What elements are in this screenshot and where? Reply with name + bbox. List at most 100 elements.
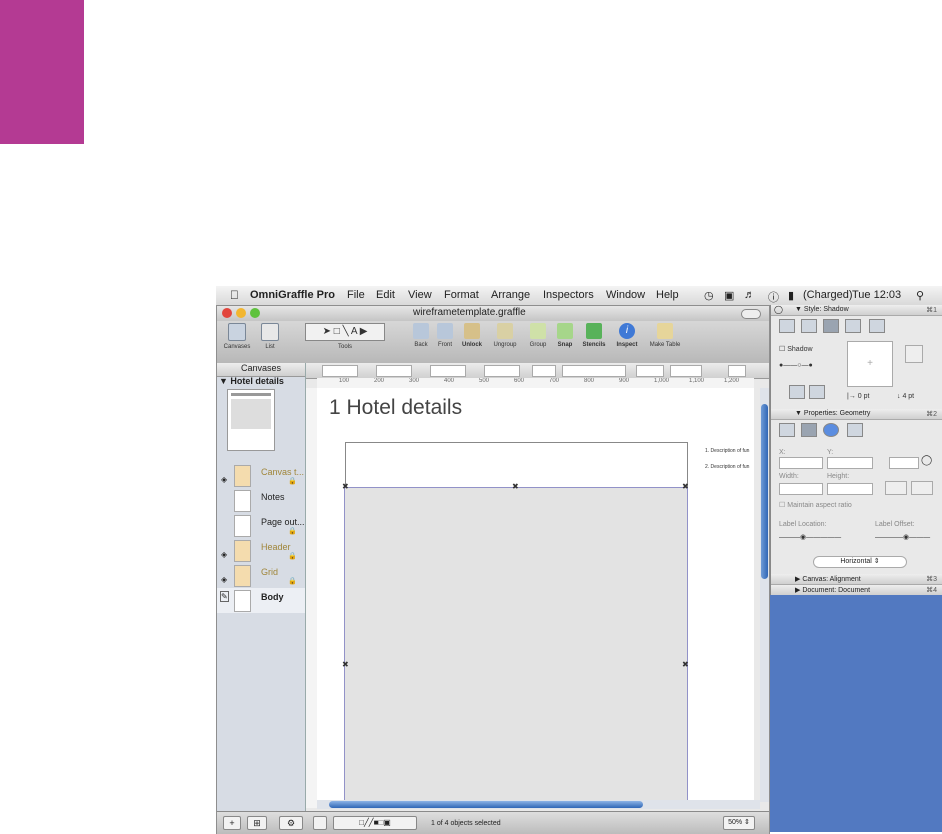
shadow-color-well[interactable]	[905, 345, 923, 363]
more-tools-icon[interactable]: ▶	[360, 326, 368, 337]
shadow-checkbox[interactable]: ☐ Shadow	[779, 345, 813, 353]
geometry-icon[interactable]	[779, 423, 795, 437]
shadow-y-offset[interactable]: ↓ 4 pt	[897, 393, 914, 400]
vertical-scroll-thumb[interactable]	[761, 404, 768, 579]
minimize-button[interactable]	[236, 308, 246, 318]
style-inspector-header[interactable]: ◯ ▼ Style: Shadow ⌘1	[771, 305, 942, 316]
drawing-canvas[interactable]: 1 Hotel details ✖ ✖ ✖ ✖ ✖ 1. Description…	[317, 388, 754, 802]
menu-edit[interactable]: Edit	[376, 289, 395, 301]
lock-icon[interactable]: 🔒	[288, 577, 297, 585]
menu-view[interactable]: View	[408, 289, 432, 301]
stroke-color-well[interactable]	[636, 365, 664, 377]
pencil-icon[interactable]: ✎	[220, 591, 229, 602]
lines-icon[interactable]	[801, 423, 817, 437]
geometry-height-field[interactable]	[827, 483, 873, 495]
selection-tool-icon[interactable]: ➤	[323, 326, 331, 337]
stencils-button[interactable]: Stencils	[579, 323, 609, 348]
volume-icon[interactable]: ♬	[744, 289, 755, 301]
menu-format[interactable]: Format	[444, 289, 479, 301]
resize-handle[interactable]: ✖	[682, 660, 689, 669]
shared-layer-icon[interactable]: ◈	[221, 550, 227, 559]
shadow-offset-pad[interactable]: +	[847, 341, 893, 387]
make-table-button[interactable]: Make Table	[645, 323, 685, 348]
text-tool-icon[interactable]: A	[351, 326, 357, 337]
layer-body[interactable]: ✎ Body	[217, 588, 305, 613]
shadow-above-icon[interactable]	[809, 385, 825, 399]
width-field[interactable]	[430, 365, 466, 377]
orientation-select[interactable]: Horizontal ⇕	[813, 556, 907, 568]
time-machine-icon[interactable]: ◷	[704, 289, 714, 302]
layer-page-outline[interactable]: Page out... 🔒	[217, 513, 305, 538]
fill-style-icon[interactable]	[779, 319, 795, 333]
add-layer-button[interactable]: ⊞	[247, 816, 267, 830]
label-offset-slider[interactable]: ————◉———	[875, 533, 930, 541]
alignment-buttons[interactable]	[562, 365, 626, 377]
image-style-icon[interactable]	[845, 319, 861, 333]
description-1[interactable]: 1. Description of fun	[705, 448, 749, 454]
canvas-thumbnail[interactable]	[227, 389, 275, 451]
battery-icon[interactable]: ▮	[788, 289, 794, 302]
horizontal-scroll-thumb[interactable]	[329, 801, 643, 808]
rotation-field[interactable]	[889, 457, 919, 469]
list-button[interactable]: List	[257, 323, 283, 350]
resize-handle[interactable]: ✖	[682, 482, 689, 491]
label-location-slider[interactable]: ———◉—————	[779, 533, 841, 541]
menu-inspectors[interactable]: Inspectors	[543, 289, 594, 301]
geometry-x-field[interactable]	[779, 457, 823, 469]
line-tool-icon[interactable]: ╲	[343, 326, 349, 337]
fill-color-well[interactable]	[532, 365, 556, 377]
front-button[interactable]: Front	[435, 323, 455, 348]
spotlight-icon[interactable]: ⚲	[916, 289, 924, 302]
canvas-item-hotel-details[interactable]: ▼ Hotel details	[219, 376, 284, 386]
shared-layer-icon[interactable]: ◈	[221, 475, 227, 484]
menu-window[interactable]: Window	[606, 289, 645, 301]
shared-layer-icon[interactable]: ◈	[221, 575, 227, 584]
group-button[interactable]: Group	[527, 323, 549, 348]
flip-horizontal-button[interactable]	[885, 481, 907, 495]
horizontal-scrollbar[interactable]	[317, 800, 760, 809]
menu-app-name[interactable]: OmniGraffle Pro	[250, 289, 335, 301]
shadow-style-icon[interactable]	[823, 319, 839, 333]
canvas-inspector-header[interactable]: ▶ Canvas: Alignment ⌘3	[771, 574, 942, 585]
back-button[interactable]: Back	[411, 323, 431, 348]
close-button[interactable]	[222, 308, 232, 318]
display-icon[interactable]: ▣	[724, 289, 734, 302]
maintain-aspect-checkbox[interactable]: ☐ Maintain aspect ratio	[779, 501, 852, 509]
shadow-x-offset[interactable]: |→ 0 pt	[847, 393, 869, 400]
inspect-button[interactable]: i Inspect	[613, 323, 641, 348]
lock-icon[interactable]: 🔒	[288, 477, 297, 485]
layer-header[interactable]: ◈ Header 🔒	[217, 538, 305, 563]
stroke-style-icon[interactable]	[801, 319, 817, 333]
snap-button[interactable]: Snap	[555, 323, 575, 348]
x-field[interactable]	[322, 365, 358, 377]
stroke-width-field[interactable]	[670, 365, 702, 377]
canvases-button[interactable]: Canvases	[223, 323, 251, 350]
shadow-slider[interactable]: ●——○—●	[779, 362, 813, 369]
shadow-button[interactable]	[728, 365, 746, 377]
note-icon[interactable]	[847, 423, 863, 437]
menu-file[interactable]: File	[347, 289, 365, 301]
page-title[interactable]: 1 Hotel details	[329, 396, 462, 420]
geometry-width-field[interactable]	[779, 483, 823, 495]
rectangle-tool-icon[interactable]: □	[334, 326, 340, 337]
rotation-knob-icon[interactable]: ◯	[921, 455, 932, 466]
alert-icon[interactable]: ⓘ	[768, 289, 779, 305]
menu-arrange[interactable]: Arrange	[491, 289, 530, 301]
toolbar-toggle-button[interactable]	[741, 309, 761, 319]
description-2[interactable]: 2. Description of fun	[705, 464, 749, 470]
flip-vertical-button[interactable]	[911, 481, 933, 495]
resize-handle[interactable]: ✖	[512, 482, 519, 491]
zoom-select[interactable]: 50% ⇕	[723, 816, 755, 830]
properties-inspector-header[interactable]: ▼ Properties: Geometry ⌘2	[771, 409, 942, 420]
text-style-icon[interactable]	[869, 319, 885, 333]
vertical-scrollbar[interactable]	[760, 388, 769, 802]
zoom-button[interactable]	[250, 308, 260, 318]
apple-icon[interactable]: 	[230, 288, 239, 302]
resize-handle[interactable]: ✖	[342, 660, 349, 669]
menu-clock[interactable]: Tue 12:03	[852, 289, 901, 301]
y-field[interactable]	[376, 365, 412, 377]
add-canvas-button[interactable]: +	[223, 816, 241, 830]
connections-icon[interactable]	[823, 423, 839, 437]
lock-icon[interactable]: 🔒	[288, 527, 297, 535]
unlock-button[interactable]: Unlock	[460, 323, 484, 348]
